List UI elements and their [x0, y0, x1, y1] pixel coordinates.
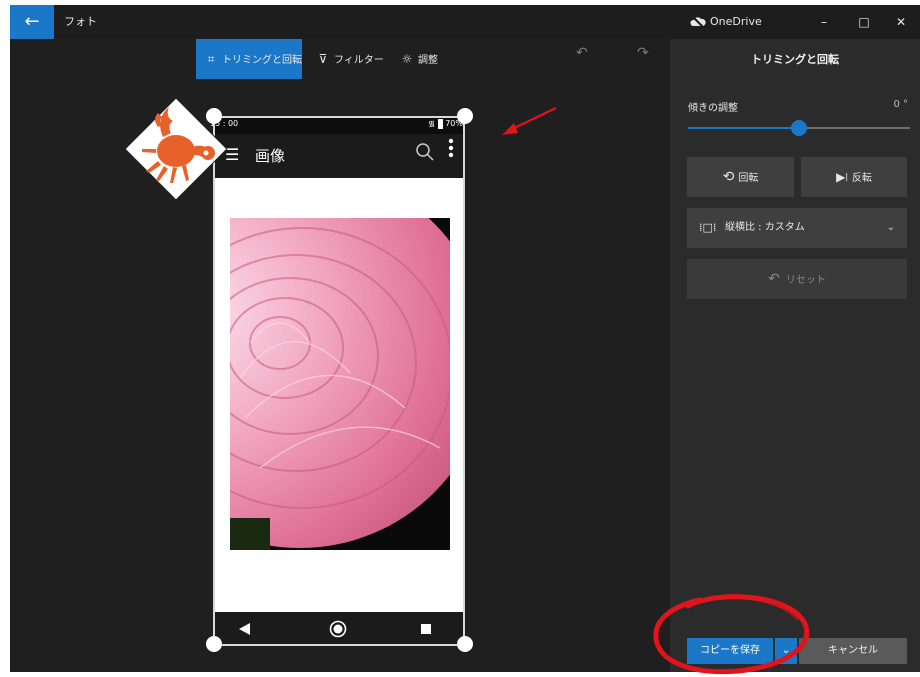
- crop-handle-bottom-left[interactable]: [206, 636, 222, 652]
- rotate-icon: ⟲: [722, 169, 735, 185]
- cancel-button[interactable]: キャンセル: [799, 638, 907, 664]
- image-canvas: 15 : 00 ᯾ 70% ☰ 画像: [10, 39, 670, 672]
- rotate-button[interactable]: ⟲ 回転: [687, 157, 794, 197]
- flip-icon: ▶⧘: [836, 170, 848, 184]
- annotation-arrow: [502, 107, 557, 135]
- arrow-left-icon: ←: [24, 11, 40, 32]
- flip-button[interactable]: ▶⧘ 反転: [801, 157, 907, 197]
- tilt-label: 傾きの調整: [688, 103, 738, 114]
- photos-app-window: ← フォト OneDrive – □ ✕ ⌗ トリミングと回転 ⊽ フィルター ☼ 調…: [10, 5, 920, 672]
- title-bar: ← フォト OneDrive – □ ✕: [10, 5, 920, 39]
- aspect-ratio-icon: ⁞□⁞: [699, 221, 717, 234]
- back-button[interactable]: ←: [10, 5, 54, 39]
- app-title: フォト: [64, 15, 97, 28]
- crop-handle-top-right[interactable]: [457, 108, 473, 124]
- minimize-button[interactable]: –: [805, 5, 843, 39]
- close-button[interactable]: ✕: [882, 5, 920, 39]
- crab-logo: [124, 97, 228, 201]
- tilt-slider-fill: [688, 127, 799, 129]
- tilt-value: 0 °: [893, 99, 908, 110]
- aspect-ratio-dropdown[interactable]: ⁞□⁞ 縦横比 : カスタム ⌄: [687, 208, 907, 248]
- aspect-ratio-label: 縦横比 : カスタム: [725, 222, 805, 233]
- reset-icon: ↶: [768, 271, 780, 287]
- crop-frame[interactable]: [213, 116, 465, 646]
- crop-handle-bottom-right[interactable]: [457, 636, 473, 652]
- onedrive-label: OneDrive: [710, 15, 762, 28]
- tilt-slider-thumb[interactable]: [791, 120, 807, 136]
- maximize-button[interactable]: □: [845, 5, 883, 39]
- rotate-label: 回転: [738, 173, 759, 184]
- annotation-circle: [653, 594, 810, 675]
- panel-title: トリミングと回転: [751, 53, 839, 66]
- onedrive-cloud-icon: [690, 15, 706, 29]
- reset-button[interactable]: ↶ リセット: [687, 259, 907, 299]
- crop-rotate-panel: トリミングと回転 傾きの調整 0 ° ⟲ 回転 ▶⧘ 反転 ⁞□⁞ 縦横比 : カス…: [670, 39, 920, 672]
- chevron-down-icon: ⌄: [886, 222, 895, 233]
- reset-label: リセット: [785, 275, 826, 286]
- flip-label: 反転: [851, 173, 872, 184]
